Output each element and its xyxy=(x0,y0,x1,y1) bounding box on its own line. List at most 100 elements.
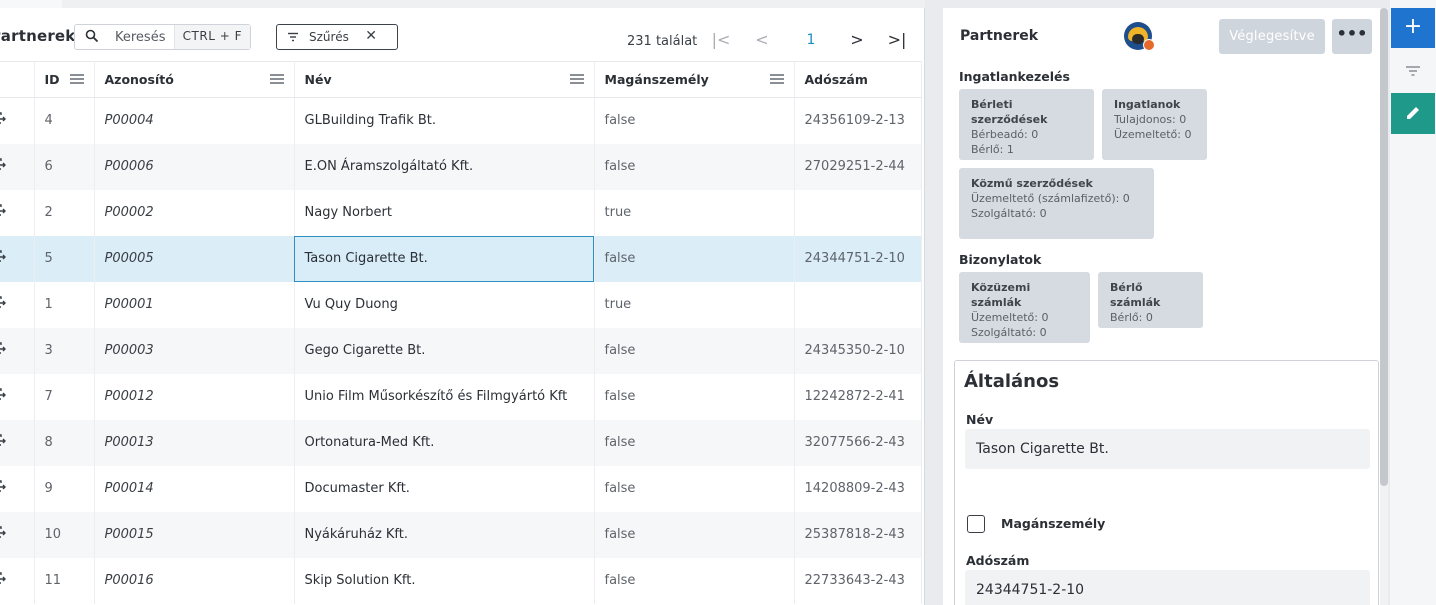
cell-name[interactable]: Nyákáruház Kft. xyxy=(294,511,595,558)
row-open-icon[interactable] xyxy=(0,112,6,125)
cell-tax[interactable]: 32077566-2-43 xyxy=(794,419,922,466)
cell-id[interactable]: 8 xyxy=(34,419,95,466)
column-header-name[interactable]: Név xyxy=(294,61,595,98)
table-row[interactable]: 2 P00002 Nagy Norbert true xyxy=(0,189,922,236)
cell-id[interactable]: 5 xyxy=(34,235,95,282)
row-open-icon[interactable] xyxy=(0,572,6,585)
row-action-cell[interactable] xyxy=(0,281,35,328)
column-header-tax[interactable]: Adószám xyxy=(794,61,922,98)
more-options-button[interactable]: ••• xyxy=(1332,19,1372,54)
cell-private[interactable]: true xyxy=(594,189,795,236)
table-row[interactable]: 10 P00015 Nyákáruház Kft. false 25387818-2-4… xyxy=(0,511,922,558)
table-row[interactable]: 4 P00004 GLBuilding Trafik Bt. false 2435610… xyxy=(0,97,922,144)
cell-id[interactable]: 1 xyxy=(34,281,95,328)
cell-id[interactable]: 4 xyxy=(34,97,95,144)
row-action-cell[interactable] xyxy=(0,419,35,466)
cell-code[interactable]: P00006 xyxy=(94,143,295,190)
row-action-cell[interactable] xyxy=(0,465,35,512)
cell-private[interactable]: false xyxy=(594,465,795,512)
cell-private[interactable]: false xyxy=(594,97,795,144)
cell-tax[interactable]: 24356109-2-13 xyxy=(794,97,922,144)
search-input[interactable]: Keresés CTRL + F xyxy=(74,24,251,50)
cell-tax[interactable]: 22733643-2-43 xyxy=(794,557,922,604)
cell-name[interactable]: Tason Cigarette Bt. xyxy=(294,235,595,282)
cell-code[interactable]: P00016 xyxy=(94,557,295,604)
card-properties[interactable]: Ingatlanok Tulajdonos: 0 Üzemeltető: 0 xyxy=(1102,89,1207,160)
tax-field[interactable]: 24344751-2-10 xyxy=(965,570,1370,605)
row-open-icon[interactable] xyxy=(0,480,6,493)
cell-code[interactable]: P00013 xyxy=(94,419,295,466)
card-lease-contracts[interactable]: Bérleti szerződések Bérbeadó: 0 Bérlő: 1 xyxy=(959,89,1094,160)
cell-tax[interactable]: 24344751-2-10 xyxy=(794,235,922,282)
cell-private[interactable]: false xyxy=(594,557,795,604)
first-page-icon[interactable]: |< xyxy=(710,30,732,52)
top-tab[interactable] xyxy=(0,0,62,8)
row-open-icon[interactable] xyxy=(0,388,6,401)
card-utility-contracts[interactable]: Közmű szerződések Üzemeltető (számlafize… xyxy=(959,168,1154,239)
row-action-cell[interactable] xyxy=(0,511,35,558)
cell-tax[interactable]: 25387818-2-43 xyxy=(794,511,922,558)
cell-id[interactable]: 11 xyxy=(34,557,95,604)
row-open-icon[interactable] xyxy=(0,526,6,539)
table-row[interactable]: 6 P00006 E.ON Áramszolgáltató Kft. false 270… xyxy=(0,143,922,190)
cell-private[interactable]: false xyxy=(594,143,795,190)
cell-private[interactable]: false xyxy=(594,419,795,466)
cell-code[interactable]: P00002 xyxy=(94,189,295,236)
finalized-button[interactable]: Véglegesítve xyxy=(1219,19,1325,54)
filter-icon[interactable] xyxy=(1404,63,1422,79)
table-row[interactable]: 3 P00003 Gego Cigarette Bt. false 24345350-2… xyxy=(0,327,922,374)
cell-tax[interactable] xyxy=(794,189,922,236)
row-action-cell[interactable] xyxy=(0,143,35,190)
row-action-cell[interactable] xyxy=(0,189,35,236)
cell-id[interactable]: 9 xyxy=(34,465,95,512)
row-action-cell[interactable] xyxy=(0,97,35,144)
cell-code[interactable]: P00004 xyxy=(94,97,295,144)
column-header-private[interactable]: Magánszemély xyxy=(594,61,795,98)
cell-name[interactable]: Gego Cigarette Bt. xyxy=(294,327,595,374)
cell-code[interactable]: P00014 xyxy=(94,465,295,512)
detail-scrollbar-thumb[interactable] xyxy=(1380,8,1388,486)
cell-name[interactable]: Unio Film Műsorkészítő és Filmgyártó Kft xyxy=(294,373,595,420)
table-row[interactable]: 11 P00016 Skip Solution Kft. false 22733643-… xyxy=(0,557,922,604)
column-menu-icon[interactable] xyxy=(269,74,284,84)
column-header-id[interactable]: ID xyxy=(34,61,95,98)
row-action-cell[interactable] xyxy=(0,235,35,282)
row-action-cell[interactable] xyxy=(0,557,35,604)
row-open-icon[interactable] xyxy=(0,342,6,355)
cell-code[interactable]: P00012 xyxy=(94,373,295,420)
cell-private[interactable]: false xyxy=(594,327,795,374)
edit-button[interactable] xyxy=(1391,93,1435,134)
row-open-icon[interactable] xyxy=(0,296,6,309)
next-page-icon[interactable]: > xyxy=(846,30,868,52)
filter-chip[interactable]: Szűrés ✕ xyxy=(276,24,398,50)
row-open-icon[interactable] xyxy=(0,250,6,263)
cell-private[interactable]: false xyxy=(594,511,795,558)
column-menu-icon[interactable] xyxy=(569,74,584,84)
cell-private[interactable]: false xyxy=(594,235,795,282)
cell-name[interactable]: Documaster Kft. xyxy=(294,465,595,512)
cell-name[interactable]: Vu Quy Duong xyxy=(294,281,595,328)
row-action-cell[interactable] xyxy=(0,373,35,420)
card-tenant-invoices[interactable]: Bérlő számlák Bérlő: 0 xyxy=(1098,272,1203,328)
cell-tax[interactable]: 24345350-2-10 xyxy=(794,327,922,374)
cell-id[interactable]: 3 xyxy=(34,327,95,374)
current-page[interactable]: 1 xyxy=(800,32,822,54)
column-menu-icon[interactable] xyxy=(69,74,84,84)
table-row[interactable]: 1 P00001 Vu Quy Duong true xyxy=(0,281,922,328)
row-open-icon[interactable] xyxy=(0,158,6,171)
add-icon[interactable]: + xyxy=(1391,8,1435,48)
cell-name[interactable]: Ortonatura-Med Kft. xyxy=(294,419,595,466)
prev-page-icon[interactable]: < xyxy=(751,30,773,52)
cell-id[interactable]: 6 xyxy=(34,143,95,190)
row-open-icon[interactable] xyxy=(0,434,6,447)
name-field[interactable]: Tason Cigarette Bt. xyxy=(965,429,1370,469)
cell-code[interactable]: P00015 xyxy=(94,511,295,558)
row-action-cell[interactable] xyxy=(0,327,35,374)
table-row[interactable]: 5 P00005 Tason Cigarette Bt. false 24344751-… xyxy=(0,235,922,282)
cell-id[interactable]: 10 xyxy=(34,511,95,558)
cell-tax[interactable]: 27029251-2-44 xyxy=(794,143,922,190)
private-person-checkbox[interactable] xyxy=(967,515,985,533)
card-utility-invoices[interactable]: Közüzemi számlák Üzemeltető: 0 Szolgálta… xyxy=(959,272,1090,343)
cell-private[interactable]: false xyxy=(594,373,795,420)
cell-tax[interactable] xyxy=(794,281,922,328)
